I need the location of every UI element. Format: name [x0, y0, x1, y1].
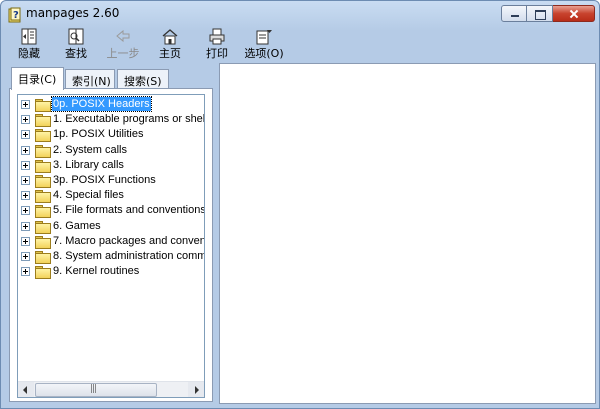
tree-item[interactable]: 6. Games	[18, 218, 204, 234]
print-label: 打印	[206, 47, 228, 60]
hide-button[interactable]: 隐藏	[7, 28, 51, 60]
options-icon	[256, 30, 272, 45]
tree-item[interactable]: 5. File formats and conventions	[18, 202, 205, 219]
hide-label: 隐藏	[18, 47, 40, 60]
folder-icon	[35, 174, 51, 188]
tree-item[interactable]: 3. Library calls	[18, 157, 204, 173]
options-label: 选项(O)	[244, 47, 284, 60]
tree-item-label: 8. System administration comman	[53, 249, 205, 262]
find-label: 查找	[65, 47, 87, 60]
scroll-thumb[interactable]	[35, 383, 157, 397]
window-controls	[501, 5, 595, 23]
tree-item-label: 6. Games	[53, 219, 101, 232]
folder-icon	[35, 266, 51, 280]
expand-icon[interactable]	[21, 236, 30, 246]
help-book-icon: ?	[8, 7, 21, 23]
find-button[interactable]: 查找	[54, 28, 98, 60]
folder-icon	[35, 144, 51, 158]
tree-item-label: 3p. POSIX Functions	[53, 173, 156, 186]
maximize-button[interactable]	[527, 5, 553, 22]
tree-item[interactable]: 8. System administration comman	[18, 248, 205, 264]
back-arrow-icon	[116, 29, 130, 43]
tree-item-label: 3. Library calls	[53, 158, 124, 171]
expand-icon[interactable]	[21, 251, 30, 261]
help-window: ? manpages 2.60 隐藏 查找 上一步 主页 打印 选项(O) 目录…	[0, 0, 600, 409]
tree-item-label: 0p. POSIX Headers	[51, 96, 152, 112]
tab-index-label: 索引(N)	[72, 75, 111, 88]
svg-text:?: ?	[13, 10, 19, 21]
tree-item[interactable]: 1. Executable programs or shell c	[18, 111, 205, 128]
scroll-left-icon[interactable]	[18, 382, 34, 397]
expand-icon[interactable]	[21, 221, 30, 231]
expand-icon[interactable]	[21, 130, 30, 140]
close-button[interactable]	[553, 5, 595, 22]
home-icon	[162, 29, 178, 45]
expand-icon[interactable]	[21, 191, 30, 201]
print-button[interactable]: 打印	[195, 28, 239, 60]
home-button[interactable]: 主页	[148, 28, 192, 60]
folder-icon	[35, 190, 51, 204]
title-bar[interactable]: ? manpages 2.60	[1, 1, 599, 27]
tree-item[interactable]: 9. Kernel routines	[18, 263, 204, 280]
contents-panel: 0p. POSIX Headers 1. Executable programs…	[9, 88, 213, 402]
hide-pane-icon	[21, 28, 37, 45]
expand-icon[interactable]	[21, 145, 30, 155]
find-icon	[68, 28, 84, 45]
tree-item[interactable]: 0p. POSIX Headers	[18, 96, 204, 112]
scroll-right-icon[interactable]	[188, 382, 204, 397]
expand-icon[interactable]	[21, 100, 30, 109]
tree-item[interactable]: 1p. POSIX Utilities	[18, 126, 204, 143]
back-label: 上一步	[106, 47, 140, 60]
tree-item[interactable]: 7. Macro packages and convention	[18, 233, 204, 249]
tab-search[interactable]: 搜索(S)	[117, 69, 169, 89]
folder-icon	[35, 205, 51, 219]
folder-icon	[35, 235, 51, 249]
tab-search-label: 搜索(S)	[124, 75, 162, 88]
tab-contents[interactable]: 目录(C)	[11, 67, 64, 90]
horizontal-scrollbar[interactable]	[18, 381, 204, 397]
navigation-pane: 目录(C) 索引(N) 搜索(S) 0p. POSIX Headers 1. E…	[7, 63, 216, 403]
tree-item-label: 5. File formats and conventions	[53, 204, 205, 217]
folder-icon	[35, 114, 51, 128]
tab-index[interactable]: 索引(N)	[65, 69, 115, 89]
contents-tree[interactable]: 0p. POSIX Headers 1. Executable programs…	[17, 94, 205, 398]
expand-icon[interactable]	[21, 160, 30, 170]
tree-item[interactable]: 4. Special files	[18, 187, 204, 204]
topic-content-pane[interactable]	[219, 63, 596, 404]
tree-list: 0p. POSIX Headers 1. Executable programs…	[18, 96, 205, 280]
tree-item-label: 7. Macro packages and convention	[53, 234, 204, 247]
tree-item[interactable]: 2. System calls	[18, 142, 204, 158]
expand-icon[interactable]	[21, 206, 30, 216]
tab-contents-label: 目录(C)	[18, 73, 57, 86]
tree-item-label: 1p. POSIX Utilities	[53, 128, 144, 141]
back-button[interactable]: 上一步	[101, 28, 145, 60]
tree-item-label: 2. System calls	[53, 143, 127, 156]
expand-icon[interactable]	[21, 175, 30, 185]
tree-item-label: 4. Special files	[53, 189, 124, 202]
folder-icon	[35, 159, 51, 173]
tree-item[interactable]: 3p. POSIX Functions	[18, 172, 204, 188]
tree-item-label: 1. Executable programs or shell c	[53, 113, 205, 126]
tree-item-label: 9. Kernel routines	[53, 265, 140, 278]
options-button[interactable]: 选项(O)	[242, 28, 286, 60]
folder-icon	[35, 129, 51, 143]
print-icon	[209, 28, 225, 45]
home-label: 主页	[159, 47, 181, 60]
expand-icon[interactable]	[21, 267, 30, 277]
window-title: manpages 2.60	[26, 6, 120, 20]
folder-icon	[35, 220, 51, 234]
folder-icon	[35, 250, 51, 264]
expand-icon[interactable]	[21, 115, 30, 125]
folder-icon	[35, 99, 51, 112]
minimize-button[interactable]	[501, 5, 527, 22]
